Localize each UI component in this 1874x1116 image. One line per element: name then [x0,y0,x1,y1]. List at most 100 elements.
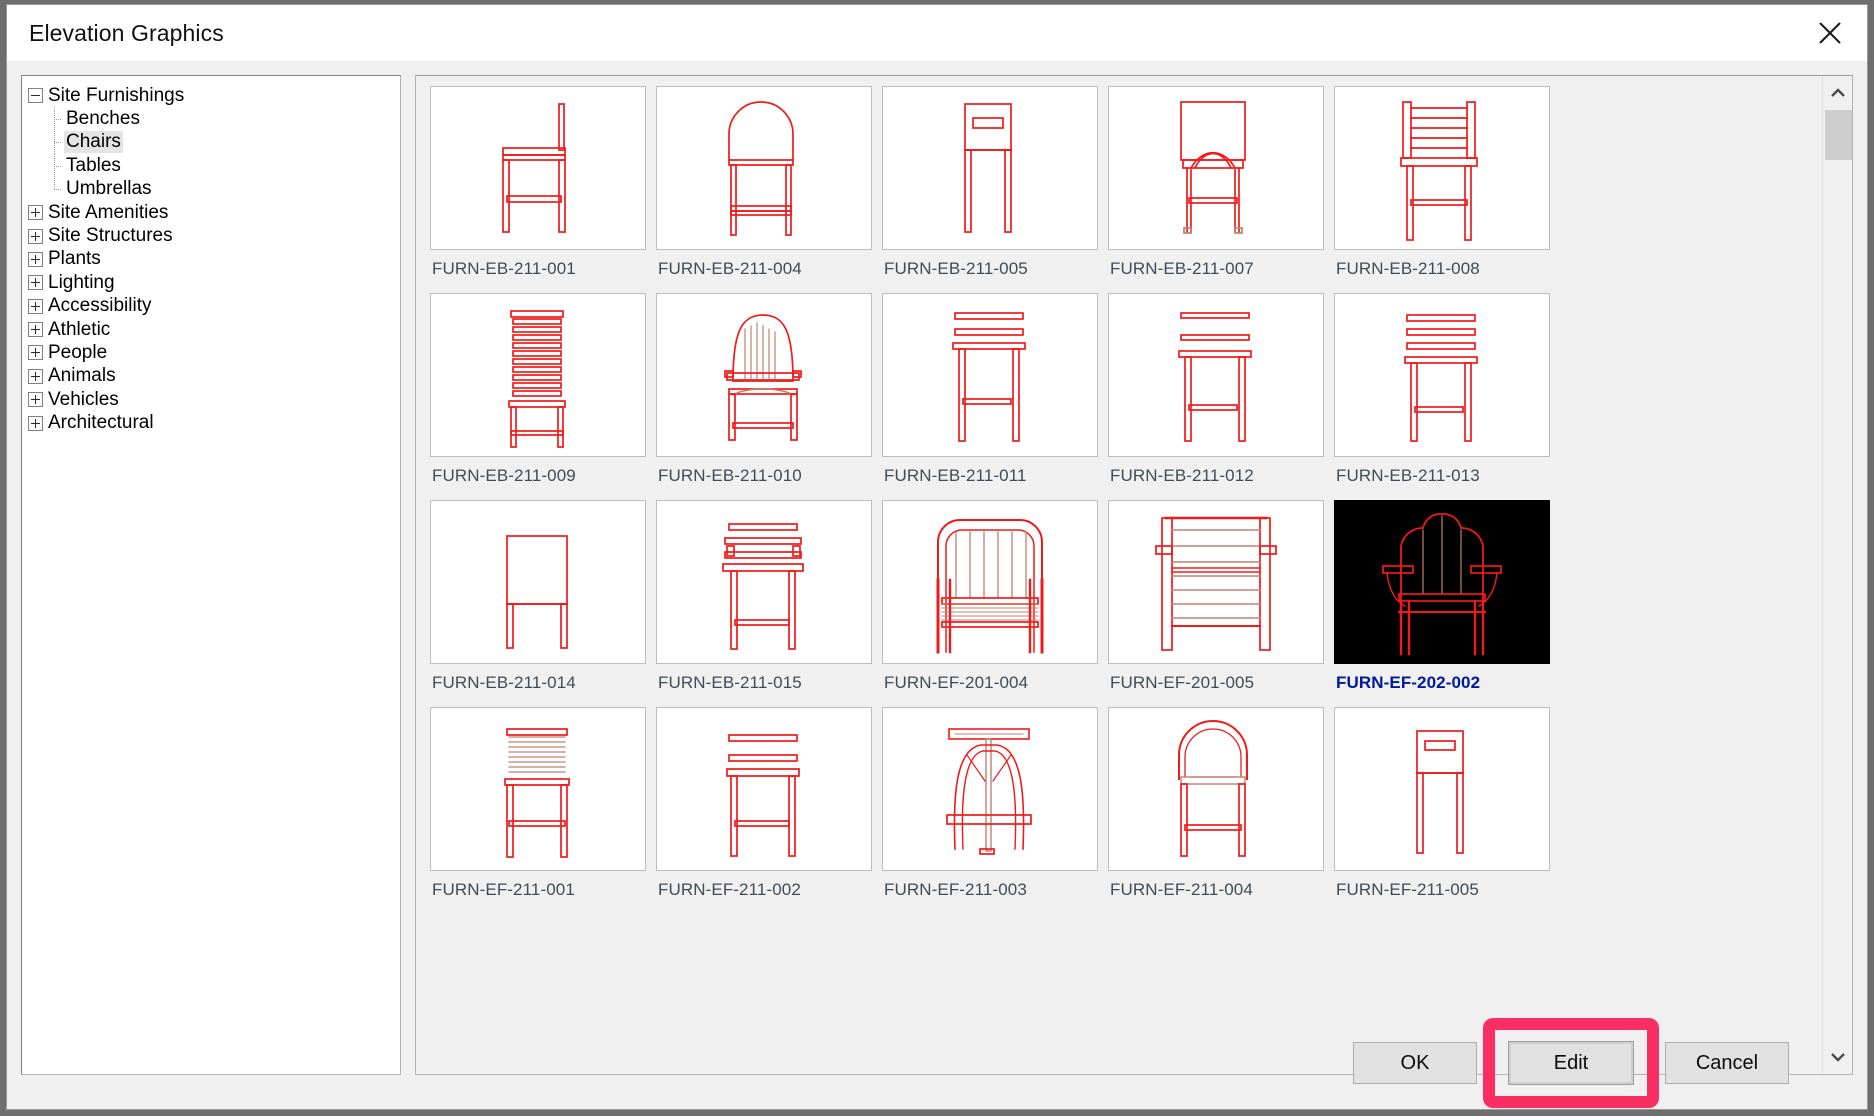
graphic-cell[interactable]: FURN-EF-201-005 [1108,500,1332,705]
graphic-cell[interactable]: FURN-EF-211-001 [430,707,654,912]
expand-plus-icon[interactable] [28,251,43,267]
open-frame-barstool-icon[interactable] [1108,293,1324,457]
louvered-back-chair-icon[interactable] [430,707,646,871]
tree-item-label: Architectural [48,412,154,434]
graphic-cell-label: FURN-EB-211-005 [884,259,1028,278]
arched-back-chair-icon[interactable] [1108,707,1324,871]
horizontal-slat-armchair-icon[interactable] [1108,500,1324,664]
graphic-cell[interactable]: FURN-EB-211-013 [1334,293,1558,498]
graphic-cell-label: FURN-EB-211-008 [1336,259,1480,278]
expand-plus-icon[interactable] [28,322,43,338]
tree-item-chairs[interactable]: Chairs [28,130,396,155]
tree-item-site-furnishings[interactable]: Site Furnishings [28,84,396,107]
expand-plus-icon[interactable] [28,205,43,221]
expand-plus-icon[interactable] [28,392,43,408]
tree-item-label: Site Furnishings [48,84,185,106]
graphic-cell-label: FURN-EB-211-015 [658,673,802,692]
edit-button[interactable]: Edit [1508,1041,1634,1085]
tree-item-vehicles[interactable]: Vehicles [28,388,396,411]
graphic-cell-label: FURN-EB-211-012 [1110,466,1254,485]
tree-item-label: Site Amenities [48,201,169,223]
barstool-side-elevation-icon[interactable] [430,86,646,250]
graphic-cell[interactable]: FURN-EB-211-009 [430,293,654,498]
two-rail-back-barstool-icon[interactable] [882,293,1098,457]
graphic-cell-label: FURN-EB-211-007 [1110,259,1254,278]
scrollbar-thumb[interactable] [1825,110,1852,160]
category-tree[interactable]: Site Furnishings Benches Chairs Tables Umbre… [21,75,401,1075]
tree-item-architectural[interactable]: Architectural [28,411,396,434]
graphic-cell-label: FURN-EF-201-005 [1110,673,1255,692]
louvered-back-barstool-icon[interactable] [430,293,646,457]
graphic-cell[interactable]: FURN-EB-211-012 [1108,293,1332,498]
tree-item-site-amenities[interactable]: Site Amenities [28,201,396,224]
graphic-cell[interactable]: FURN-EB-211-015 [656,500,880,705]
slot-back-barstool-icon[interactable] [882,86,1098,250]
graphic-cell-label: FURN-EB-211-009 [432,466,576,485]
dialog-title-bar: Elevation Graphics [7,5,1867,61]
graphic-cell[interactable]: FURN-EB-211-014 [430,500,654,705]
graphic-cell[interactable]: FURN-EB-211-010 [656,293,880,498]
pedestal-back-chair-icon[interactable] [882,707,1098,871]
tree-item-athletic[interactable]: Athletic [28,318,396,341]
flat-top-chair-icon[interactable] [656,707,872,871]
graphic-cell-label: FURN-EB-211-001 [432,259,576,278]
slot-back-chair-icon[interactable] [1334,707,1550,871]
tree-item-plants[interactable]: Plants [28,248,396,271]
graphic-cell[interactable]: FURN-EF-211-002 [656,707,880,912]
ok-button[interactable]: OK [1353,1042,1477,1084]
dialog-title: Elevation Graphics [29,19,224,46]
tree-item-label: Chairs [64,131,123,154]
graphic-cell[interactable]: FURN-EB-211-005 [882,86,1106,291]
graphic-cell-label: FURN-EB-211-013 [1336,466,1480,485]
expand-plus-icon[interactable] [28,298,43,314]
tree-item-label: Animals [48,365,116,387]
three-slat-back-barstool-icon[interactable] [1334,293,1550,457]
adirondack-armchair-icon[interactable] [1334,500,1550,664]
slatted-back-barstool-icon[interactable] [1334,86,1550,250]
graphic-cell[interactable]: FURN-EF-211-003 [882,707,1106,912]
expand-plus-icon[interactable] [28,415,43,431]
gallery-vertical-scrollbar[interactable] [1822,76,1852,1074]
graphic-cell[interactable]: FURN-EF-211-004 [1108,707,1332,912]
edit-button-wrapper: Edit [1483,1018,1659,1108]
tree-item-tables[interactable]: Tables [28,154,396,178]
graphic-cell[interactable]: FURN-EB-211-004 [656,86,880,291]
close-icon[interactable] [1793,5,1867,61]
cancel-button[interactable]: Cancel [1665,1042,1789,1084]
chevron-up-icon[interactable] [1823,78,1853,108]
spindle-back-armchair-icon[interactable] [882,500,1098,664]
tree-item-accessibility[interactable]: Accessibility [28,295,396,318]
dialog-body: Site Furnishings Benches Chairs Tables Umbre… [7,61,1867,1075]
tree-item-label: Benches [66,108,140,130]
expand-plus-icon[interactable] [28,368,43,384]
graphic-cell-label: FURN-EB-211-010 [658,466,802,485]
graphic-cell[interactable]: FURN-EB-211-008 [1334,86,1558,291]
expand-plus-icon[interactable] [28,228,43,244]
tree-item-people[interactable]: People [28,341,396,364]
graphic-cell[interactable]: FURN-EB-211-011 [882,293,1106,498]
tree-item-label: Site Structures [48,225,173,247]
tree-item-lighting[interactable]: Lighting [28,271,396,294]
expand-plus-icon[interactable] [28,275,43,291]
tree-item-umbrellas[interactable]: Umbrellas [28,177,396,201]
arched-back-barstool-icon[interactable] [656,86,872,250]
graphic-cell[interactable]: FURN-EF-201-004 [882,500,1106,705]
tree-item-site-structures[interactable]: Site Structures [28,224,396,247]
expand-plus-icon[interactable] [28,345,43,361]
graphic-cell[interactable]: FURN-EF-211-005 [1334,707,1558,912]
graphic-cell[interactable]: FURN-EF-202-002 [1334,500,1558,705]
square-back-arched-leg-stool-icon[interactable] [1108,86,1324,250]
tree-item-benches[interactable]: Benches [28,107,396,132]
tree-item-label: Plants [48,248,101,270]
collapse-minus-icon[interactable] [28,88,43,104]
graphic-cell-label: FURN-EF-211-005 [1336,880,1479,899]
tree-item-label: Accessibility [48,295,152,317]
graphic-cell[interactable]: FURN-EB-211-007 [1108,86,1332,291]
graphics-gallery-panel: FURN-EB-211-001 FURN-EB-211-004 FURN-EB-21… [415,75,1853,1075]
tree-connector-line [46,107,64,132]
tree-item-animals[interactable]: Animals [28,365,396,388]
plain-back-stool-icon[interactable] [430,500,646,664]
fanback-adirondack-barstool-icon[interactable] [656,293,872,457]
slatted-arm-barstool-icon[interactable] [656,500,872,664]
graphic-cell[interactable]: FURN-EB-211-001 [430,86,654,291]
